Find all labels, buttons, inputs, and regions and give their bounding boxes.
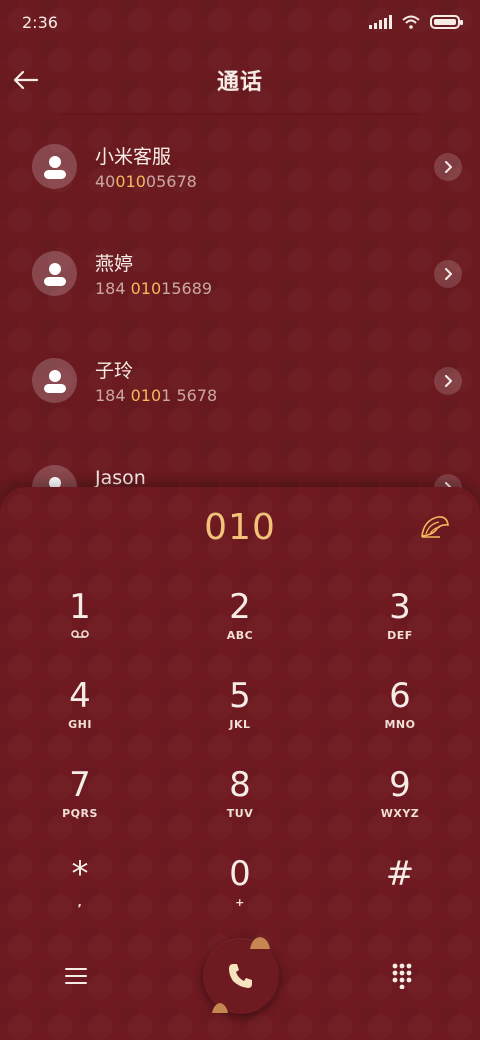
chevron-right-icon: [445, 268, 452, 280]
key-9[interactable]: 9 WXYZ: [345, 765, 455, 845]
detail-button[interactable]: [434, 153, 462, 181]
back-button[interactable]: [8, 62, 44, 98]
key-7[interactable]: 7 PQRS: [25, 765, 135, 845]
phone-icon: [229, 964, 252, 988]
person-icon: [43, 369, 66, 393]
avatar: [32, 144, 77, 189]
key-2[interactable]: 2 ABC: [185, 587, 295, 667]
status-time: 2:36: [22, 12, 58, 32]
signal-icon: [369, 15, 392, 29]
key-5[interactable]: 5 JKL: [185, 676, 295, 756]
key-hash[interactable]: #: [345, 854, 455, 934]
key-1[interactable]: 1: [25, 587, 135, 667]
contact-name: 小米客服: [95, 146, 172, 168]
keypad-toggle-button[interactable]: [388, 961, 416, 990]
avatar: [32, 251, 77, 296]
avatar: [32, 358, 77, 403]
voicemail-icon: [71, 630, 89, 638]
list-item[interactable]: 子玲 184 0101 5678: [0, 344, 480, 451]
key-star[interactable]: * ,: [25, 854, 135, 934]
call-button[interactable]: [203, 937, 279, 1014]
status-bar: 2:36: [0, 0, 480, 44]
key-4[interactable]: 4 GHI: [25, 676, 135, 756]
list-item[interactable]: 小米客服 4001005678: [0, 130, 480, 237]
chevron-right-icon: [445, 375, 452, 387]
battery-icon: [430, 15, 463, 29]
key-0[interactable]: 0 +: [185, 854, 295, 934]
dialpad-actions: [0, 931, 480, 1017]
menu-button[interactable]: [62, 962, 90, 990]
contact-name: 燕婷: [95, 253, 134, 275]
wifi-icon: [402, 15, 420, 29]
key-6[interactable]: 6 MNO: [345, 676, 455, 756]
contact-name: 子玲: [95, 360, 134, 382]
fan-decoration-icon: [250, 937, 270, 949]
contact-number: 184 01015689: [95, 279, 213, 298]
person-icon: [43, 155, 66, 179]
divider: [60, 114, 420, 115]
chevron-right-icon: [445, 161, 452, 173]
detail-button[interactable]: [434, 367, 462, 395]
menu-icon: [65, 968, 87, 984]
fan-decoration-icon: [212, 1003, 228, 1013]
key-8[interactable]: 8 TUV: [185, 765, 295, 845]
person-icon: [43, 262, 66, 286]
contact-number: 4001005678: [95, 172, 197, 191]
dialed-number[interactable]: 010: [0, 507, 480, 548]
list-item[interactable]: 燕婷 184 01015689: [0, 237, 480, 344]
page-title: 通话: [216, 70, 263, 95]
header: 通话: [0, 54, 480, 106]
back-arrow-icon: [13, 70, 39, 90]
keypad-icon: [392, 963, 412, 990]
dialpad-panel: 010 1 2 ABC 3 DEF 4 GHI 5 JKL 6 MNO 7 PQ…: [0, 487, 480, 1040]
key-3[interactable]: 3 DEF: [345, 587, 455, 667]
fan-icon[interactable]: [420, 514, 450, 540]
contact-number: 184 0101 5678: [95, 386, 218, 405]
detail-button[interactable]: [434, 260, 462, 288]
